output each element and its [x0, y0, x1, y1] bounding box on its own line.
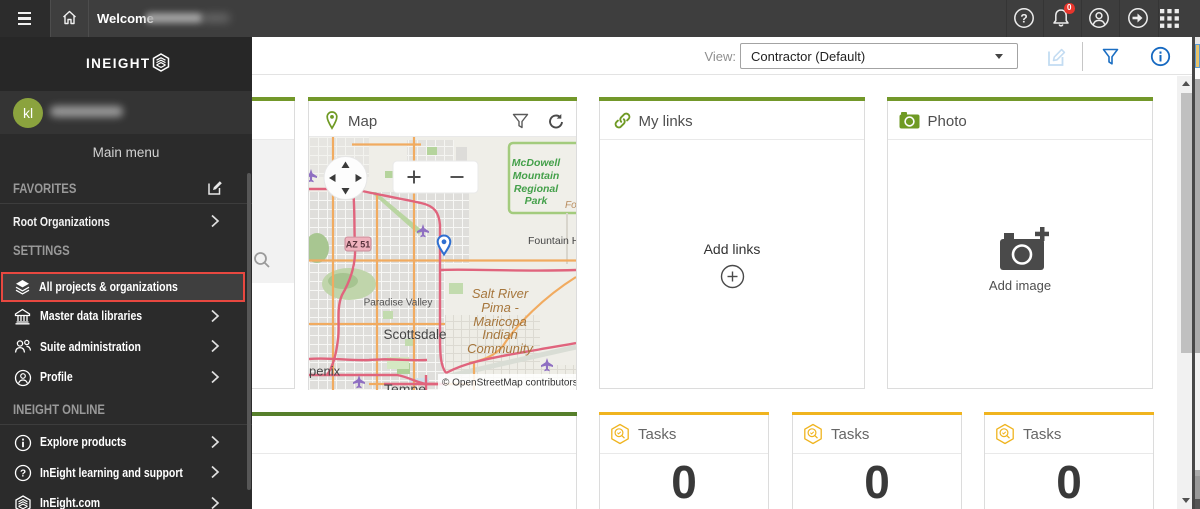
- svg-text:?: ?: [20, 469, 26, 480]
- svg-text:© OpenStreetMap contributors: © OpenStreetMap contributors: [442, 378, 576, 389]
- svg-text:?: ?: [1020, 11, 1027, 25]
- svg-text:Scottsdale: Scottsdale: [383, 327, 446, 342]
- svg-text:AZ 51: AZ 51: [346, 240, 371, 250]
- svg-text:Indian: Indian: [482, 327, 517, 342]
- svg-text:Park: Park: [525, 195, 549, 207]
- svg-text:Mountain: Mountain: [513, 170, 560, 182]
- svg-text:Regional: Regional: [514, 183, 559, 195]
- svg-text:Paradise Valley: Paradise Valley: [364, 298, 433, 309]
- svg-text:penix: penix: [309, 364, 341, 379]
- svg-text:Community: Community: [467, 341, 534, 356]
- svg-text:For: For: [565, 200, 576, 211]
- svg-text:Salt River: Salt River: [472, 286, 529, 301]
- svg-text:Tempe: Tempe: [384, 381, 426, 390]
- svg-text:McDowell: McDowell: [512, 157, 562, 169]
- svg-text:Fountain H: Fountain H: [528, 235, 576, 247]
- svg-text:Pima -: Pima -: [481, 300, 519, 315]
